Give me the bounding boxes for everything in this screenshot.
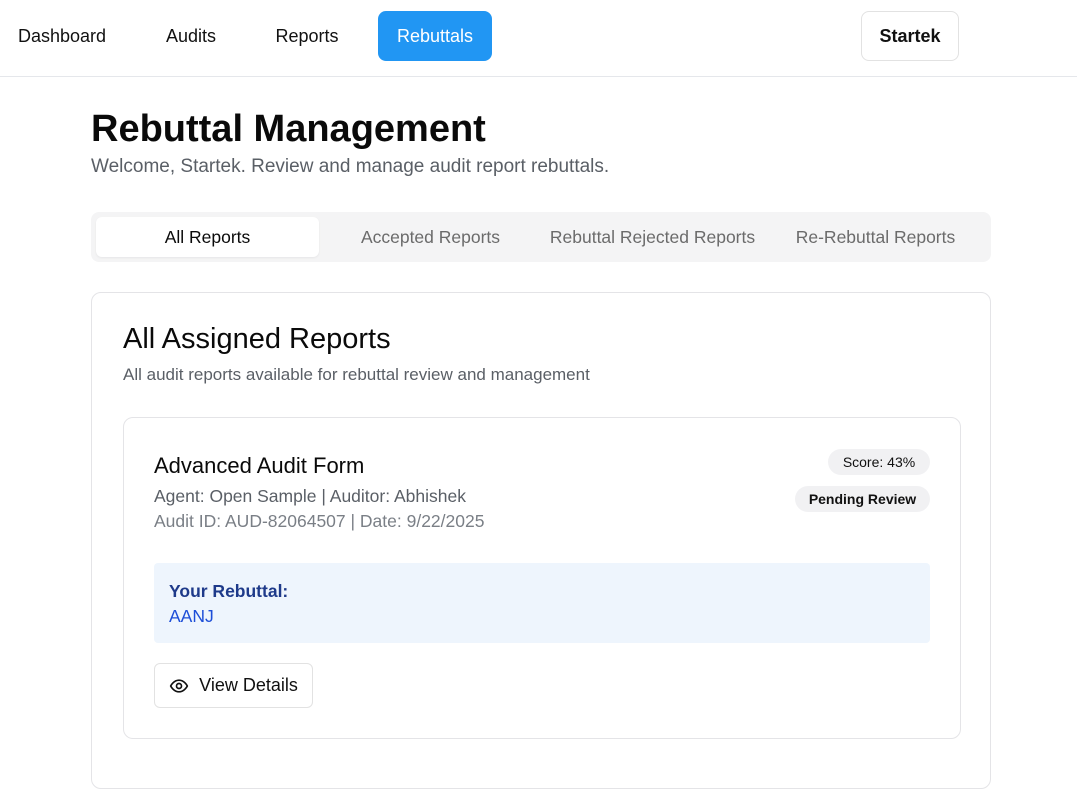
tab-re-rebuttal-reports[interactable]: Re-Rebuttal Reports xyxy=(764,217,987,257)
nav-item-rebuttals[interactable]: Rebuttals xyxy=(378,11,492,61)
nav-item-dashboard[interactable]: Dashboard xyxy=(5,11,119,61)
rebuttal-label: Your Rebuttal: xyxy=(169,581,289,601)
tab-rebuttal-rejected-reports[interactable]: Rebuttal Rejected Reports xyxy=(541,217,764,257)
section-description: All audit reports available for rebuttal… xyxy=(123,365,590,384)
page-subtitle: Welcome, Startek. Review and manage audi… xyxy=(91,156,610,177)
report-card: Advanced Audit Form Agent: Open Sample |… xyxy=(123,417,961,739)
rebuttal-text: AANJ xyxy=(169,606,214,626)
nav-item-reports[interactable]: Reports xyxy=(261,11,353,61)
top-navigation-bar: Dashboard Audits Reports Rebuttals Start… xyxy=(0,0,1077,77)
rebuttal-box: Your Rebuttal: AANJ xyxy=(154,563,930,643)
report-title: Advanced Audit Form xyxy=(154,453,365,478)
report-agent-auditor: Agent: Open Sample | Auditor: Abhishek xyxy=(154,486,466,506)
view-details-button[interactable]: View Details xyxy=(154,663,313,708)
tab-all-reports[interactable]: All Reports xyxy=(96,217,319,257)
assigned-reports-card: All Assigned Reports All audit reports a… xyxy=(91,292,991,789)
tab-accepted-reports[interactable]: Accepted Reports xyxy=(319,217,542,257)
user-menu-button[interactable]: Startek xyxy=(861,11,959,61)
view-details-label: View Details xyxy=(199,675,298,695)
eye-icon xyxy=(169,676,189,696)
page-title: Rebuttal Management xyxy=(91,108,486,150)
section-title: All Assigned Reports xyxy=(123,323,391,355)
report-audit-id-date: Audit ID: AUD-82064507 | Date: 9/22/2025 xyxy=(154,511,485,531)
report-tabs: All Reports Accepted Reports Rebuttal Re… xyxy=(91,212,991,262)
score-badge: Score: 43% xyxy=(828,449,930,475)
status-badge: Pending Review xyxy=(795,486,930,512)
nav-item-audits[interactable]: Audits xyxy=(147,11,235,61)
